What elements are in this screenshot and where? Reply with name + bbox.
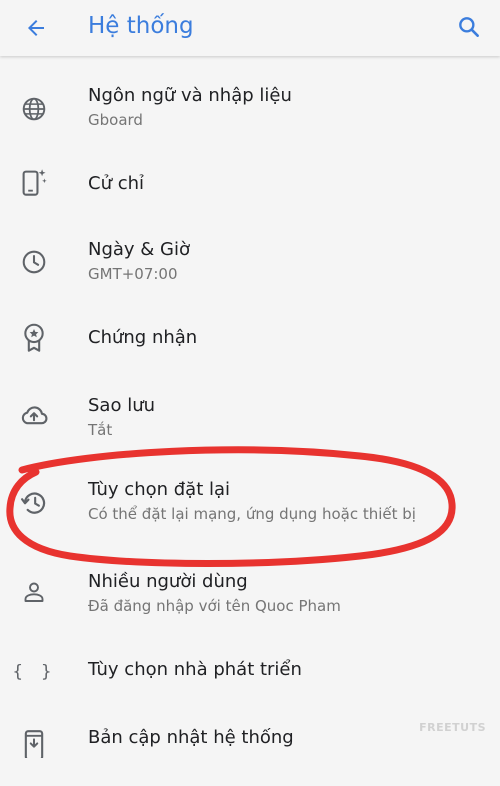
page-title: Hệ thống <box>88 13 194 39</box>
settings-item-backup[interactable]: Sao lưu Tắt <box>0 392 500 456</box>
clock-icon <box>20 248 48 276</box>
settings-item-subtitle: Có thể đặt lại mạng, ứng dụng hoặc thiết… <box>88 505 416 523</box>
code-braces-icon: { } <box>12 662 56 682</box>
settings-item-subtitle: Gboard <box>88 111 143 129</box>
settings-item-gestures[interactable]: Cử chỉ <box>0 154 500 218</box>
arrow-back-icon <box>28 20 44 36</box>
settings-item-label: Tùy chọn đặt lại <box>88 479 231 500</box>
app-bar: Hệ thống <box>0 0 500 56</box>
search-icon <box>459 17 479 37</box>
settings-item-label: Nhiều người dùng <box>88 571 248 592</box>
settings-item-subtitle: Tắt <box>88 421 113 439</box>
settings-item-label: Chứng nhận <box>88 327 198 348</box>
phone-gesture-icon <box>20 168 48 196</box>
certificate-icon <box>20 323 48 352</box>
settings-item-date-time[interactable]: Ngày & Giờ GMT+07:00 <box>0 238 500 302</box>
back-button[interactable] <box>20 12 52 44</box>
watermark: FREETUTS <box>419 721 486 734</box>
settings-item-label: Bản cập nhật hệ thống <box>88 727 294 748</box>
settings-item-label: Ngày & Giờ <box>88 239 191 260</box>
settings-item-certificates[interactable]: Chứng nhận <box>0 320 500 384</box>
settings-item-developer-options[interactable]: { } Tùy chọn nhà phát triển <box>0 654 500 718</box>
settings-item-subtitle: GMT+07:00 <box>88 265 178 283</box>
cloud-backup-icon <box>20 401 48 429</box>
settings-item-label: Cử chỉ <box>88 173 145 194</box>
settings-item-language[interactable]: Ngôn ngữ và nhập liệu Gboard <box>0 80 500 144</box>
settings-item-reset-options[interactable]: Tùy chọn đặt lại Có thể đặt lại mạng, ứn… <box>0 478 500 542</box>
search-button[interactable] <box>452 10 486 44</box>
settings-item-subtitle: Đã đăng nhập với tên Quoc Pham <box>88 597 341 615</box>
settings-item-label: Ngôn ngữ và nhập liệu <box>88 85 292 106</box>
settings-item-label: Sao lưu <box>88 395 156 416</box>
globe-icon <box>20 95 48 123</box>
person-icon <box>20 578 48 606</box>
history-icon <box>20 489 48 517</box>
settings-item-label: Tùy chọn nhà phát triển <box>88 659 302 680</box>
system-update-icon <box>20 730 48 758</box>
settings-item-multiple-users[interactable]: Nhiều người dùng Đã đăng nhập với tên Qu… <box>0 568 500 632</box>
